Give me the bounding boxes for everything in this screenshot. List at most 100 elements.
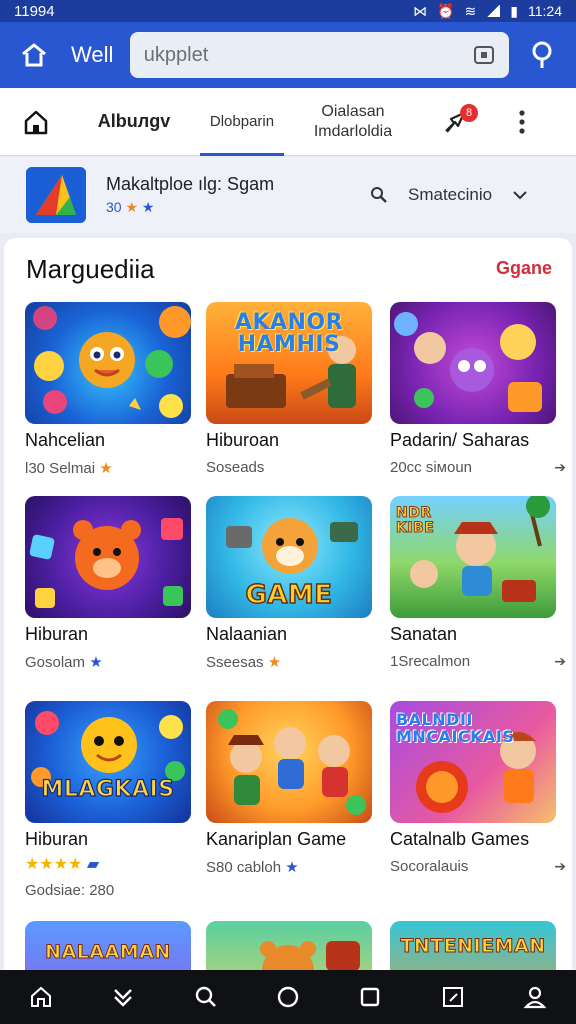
game-card[interactable]: AKANOR HAMHIS Hiburoan Soseads: [206, 302, 372, 476]
share-button[interactable]: 8: [418, 88, 492, 156]
arrow-right-icon[interactable]: ➔: [554, 653, 566, 670]
tab-home[interactable]: [0, 88, 72, 156]
marketplace-search[interactable]: Smatecinio: [370, 185, 528, 205]
game-meta-text: Gosolam: [25, 654, 86, 671]
home-button[interactable]: [14, 35, 53, 75]
tab-row: Albuлgv Dlobparin Oialasan Imdarloldia 8: [0, 88, 576, 156]
section-title: Marguediia: [26, 254, 155, 284]
game-card[interactable]: NDR KIBE Sanatan 1Srecalmon ➔: [390, 496, 566, 670]
game-thumbnail: [206, 701, 372, 823]
game-thumbnail: [25, 496, 191, 618]
nav-gallery[interactable]: [428, 972, 478, 1022]
game-card[interactable]: Padarin/ Saharas 20cc siмoun ➔: [390, 302, 566, 476]
game-meta: Godsiae: 280: [25, 882, 115, 899]
home-outline-icon: [24, 110, 48, 134]
thumbnail-title-text: NDR KIBE: [395, 505, 435, 536]
marketplace-row[interactable]: Makaltploe ılg: Sgam 30 ★ ★ Smatecinio: [0, 157, 576, 233]
game-meta: 20cc siмoun: [390, 459, 473, 476]
arrow-right-icon[interactable]: ➔: [554, 459, 566, 476]
game-card[interactable]: Hiburan Gosolam ★: [25, 496, 191, 671]
status-left-text: 11994: [14, 2, 55, 20]
game-thumbnail: BALNDII MNCAICKAIS: [390, 701, 556, 823]
nav-downloads[interactable]: [98, 972, 148, 1022]
game-card[interactable]: Nahcelian Ɩ30 Selmai ★: [25, 302, 191, 477]
game-name: Catalnalb Games: [390, 829, 530, 849]
wifi-icon: ≋: [464, 2, 477, 19]
nav-profile[interactable]: [510, 972, 560, 1022]
home-icon: [21, 43, 46, 67]
home-icon: [31, 986, 52, 1007]
game-name: Nahcelian: [25, 430, 106, 450]
marketplace-search-label: Smatecinio: [408, 185, 493, 204]
thumbnail-title: MLAGKAIS: [25, 776, 191, 802]
game-card[interactable]: MLAGKAIS Hiburan ★★★★ ▰ Godsiae: 280: [25, 701, 191, 899]
tab-oialasan-line2: Imdarloldia: [313, 122, 393, 140]
game-name: Nalaanian: [206, 624, 288, 644]
nav-recents[interactable]: [345, 972, 395, 1022]
tab-switch-icon[interactable]: [473, 45, 495, 65]
nav-home-circle[interactable]: [263, 972, 313, 1022]
game-meta: 1Srecalmon: [390, 653, 471, 670]
game-thumbnail: AKANOR HAMHIS: [206, 302, 372, 424]
thumbnail-title-text: AKANOR HAMHIS: [234, 310, 344, 357]
search-icon: [195, 986, 216, 1007]
star-icon: ★: [285, 859, 299, 876]
game-meta: Soseads: [206, 459, 265, 476]
search-icon: [371, 187, 387, 203]
rating-stars: ★★★★ ▰: [25, 856, 100, 873]
chevron-down-icon[interactable]: [512, 190, 528, 200]
tab-oialasan[interactable]: Oialasan Imdarloldia: [288, 88, 418, 156]
tab-albums[interactable]: Albuлgv: [72, 88, 196, 156]
app-title: Well: [71, 42, 114, 67]
square-recents-icon: [361, 987, 380, 1007]
cute-monsters-art: [394, 312, 542, 412]
nav-search[interactable]: [181, 972, 231, 1022]
game-meta: Gosolam ★: [25, 653, 191, 671]
voice-button[interactable]: [523, 35, 562, 75]
marketplace-rating-value: 30: [106, 199, 122, 215]
star-icon: ★: [141, 199, 155, 215]
nav-home[interactable]: [16, 972, 66, 1022]
star-icon: ★: [125, 199, 139, 215]
adventurers-art: [218, 709, 366, 815]
game-thumbnail: GAME: [206, 496, 372, 618]
notification-badge: 8: [460, 103, 478, 122]
tab-dlobparin[interactable]: Dlobparin: [196, 88, 288, 156]
alarm-icon: ⏰: [437, 2, 455, 19]
search-input[interactable]: [143, 43, 444, 67]
more-button[interactable]: [492, 88, 552, 156]
game-card[interactable]: GAME Nalaanian Sseesas ★: [206, 496, 372, 671]
game-meta: Sseesas ★: [206, 653, 372, 671]
game-name: Kanariplan Game: [206, 829, 347, 849]
game-name: Sanatan: [390, 624, 458, 644]
thumbnail-title: NDR KIBE: [395, 505, 435, 536]
game-name: Hiburoan: [206, 430, 280, 450]
section-link[interactable]: Ggane: [496, 258, 552, 279]
game-meta-text: Ɩ30 Selmai: [25, 460, 96, 477]
thumbnail-title-text: NALAAMAN: [45, 941, 171, 964]
thumbnail-title-text: BALNDII MNCAICKAIS: [396, 710, 515, 746]
game-thumbnail: NDR KIBE: [390, 496, 556, 618]
status-time: 11:24: [528, 3, 562, 19]
game-meta-text: S80 cabloh: [206, 859, 282, 876]
location-icon: [532, 41, 552, 68]
network-icon: ⋈: [413, 2, 428, 19]
user-icon: [523, 986, 547, 1009]
battery-icon: ▮: [510, 2, 518, 19]
thumbnail-title-text: MLAGKAIS: [41, 776, 175, 802]
game-name: Hiburan: [25, 624, 89, 644]
search-box[interactable]: [129, 32, 509, 78]
star-icon: ★: [267, 654, 282, 671]
games-section: Marguediia Ggane Nahcelian Ɩ30 Selmai ★ …: [4, 238, 572, 1024]
star-icon: ★: [89, 654, 103, 671]
game-meta-text: Sseesas: [206, 654, 264, 671]
play-store-icon: [26, 167, 86, 223]
thumbnail-title-text: GAME: [245, 579, 333, 611]
bubble-characters-art: [33, 306, 191, 418]
arrow-right-icon[interactable]: ➔: [554, 858, 566, 875]
picture-frame-icon: [442, 987, 463, 1007]
marketplace-info: Makaltploe ılg: Sgam 30 ★ ★: [106, 174, 336, 216]
game-card[interactable]: BALNDII MNCAICKAIS Catalnalb Games Socor…: [390, 701, 566, 875]
game-thumbnail: MLAGKAIS: [25, 701, 191, 823]
game-card[interactable]: Kanariplan Game S80 cabloh ★: [206, 701, 372, 876]
